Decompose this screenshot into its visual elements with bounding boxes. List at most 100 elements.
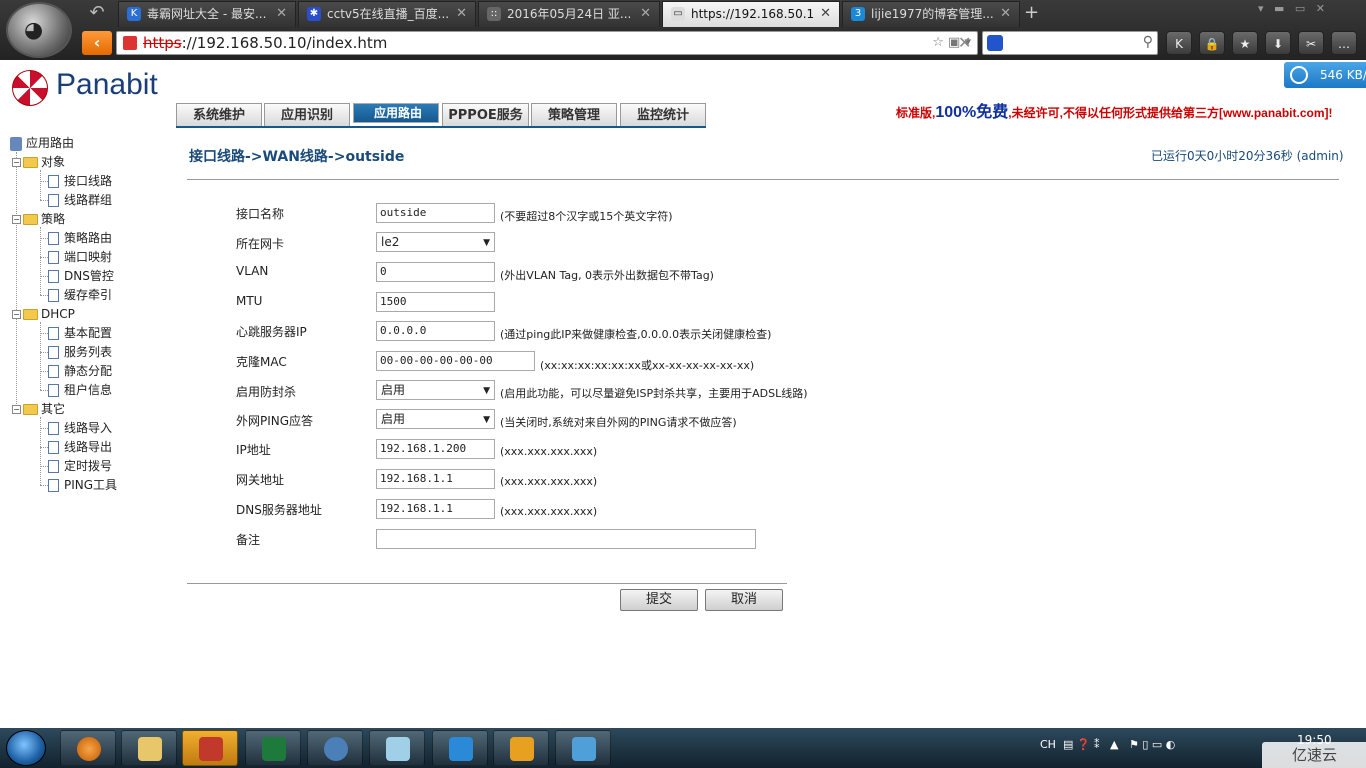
interface-name-label: 接口名称 — [236, 207, 285, 221]
anti-block-select[interactable]: 启用 ▼ — [376, 380, 495, 400]
tab-label: 2016年05月24日 亚... — [507, 7, 632, 21]
taskbar-network-app[interactable] — [307, 730, 363, 766]
folder-icon — [23, 157, 38, 168]
heartbeat-ip-input[interactable]: 0.0.0.0 — [376, 321, 495, 341]
search-input[interactable]: ⚲ — [982, 31, 1158, 55]
scissors-icon[interactable]: ✂ — [1298, 31, 1324, 55]
browser-tab[interactable]: :: 2016年05月24日 亚... ✕ — [478, 1, 660, 27]
search-engine-icon[interactable] — [987, 35, 1003, 51]
dropdown-arrow-icon: ▼ — [483, 238, 490, 248]
taskbar-notes-app[interactable] — [369, 730, 425, 766]
brand-name: Panabit — [56, 68, 158, 101]
stop-icon[interactable]: ✕ — [958, 33, 971, 52]
watermark: 亿速云 — [1262, 742, 1366, 768]
tree-item[interactable]: PING工具 — [48, 476, 117, 494]
tree-item[interactable]: 线路群组 — [48, 191, 112, 209]
taskbar-cloud-app[interactable] — [432, 730, 488, 766]
anti-block-label: 启用防封杀 — [236, 385, 297, 399]
panabit-mark-icon — [12, 70, 48, 106]
note-input[interactable] — [376, 529, 756, 549]
tree-item[interactable]: 租户信息 — [48, 381, 112, 399]
collapse-icon: − — [12, 158, 21, 167]
taskbar-it-app[interactable] — [182, 730, 238, 766]
tree-item[interactable]: 线路导入 — [48, 419, 112, 437]
close-tab-icon[interactable]: ✕ — [1000, 2, 1011, 26]
taskbar-browser[interactable] — [60, 730, 116, 766]
close-tab-icon[interactable]: ✕ — [820, 2, 831, 26]
tree-item[interactable]: 线路导出 — [48, 438, 112, 456]
wan-ping-select[interactable]: 启用 ▼ — [376, 409, 495, 429]
tree-item[interactable]: 定时拨号 — [48, 457, 112, 475]
cloud-icon — [1290, 66, 1308, 84]
vlan-hint: (外出VLAN Tag, 0表示外出数据包不带Tag) — [500, 269, 714, 282]
cancel-button[interactable]: 取消 — [705, 589, 783, 611]
speed-badge[interactable]: 546 KB/ — [1284, 62, 1366, 88]
nic-select[interactable]: le2 ▼ — [376, 232, 495, 252]
browser-tab[interactable]: ✱ cctv5在线直播_百度... ✕ — [298, 1, 476, 27]
taskbar-explorer[interactable] — [121, 730, 177, 766]
tree-item[interactable]: 接口线路 — [48, 172, 112, 190]
page-icon — [48, 251, 59, 264]
heartbeat-ip-label: 心跳服务器IP — [236, 325, 307, 339]
folder-icon — [23, 404, 38, 415]
start-button[interactable] — [6, 730, 46, 766]
tree-group-dhcp[interactable]: − DHCP — [12, 305, 75, 323]
window-controls[interactable]: ▾ ▬ ▭ ✕ — [1258, 2, 1325, 15]
input-language: CH — [1040, 738, 1056, 751]
search-icon[interactable]: ⚲ — [1143, 34, 1153, 50]
submit-button[interactable]: 提交 — [620, 589, 698, 611]
tree-item[interactable]: 策略路由 — [48, 229, 112, 247]
gateway-input[interactable]: 192.168.1.1 — [376, 469, 495, 489]
tree-item[interactable]: 缓存牵引 — [48, 286, 112, 304]
new-tab-icon[interactable]: + — [1024, 2, 1039, 24]
tree-group-other[interactable]: − 其它 — [12, 400, 65, 418]
close-tab-icon[interactable]: ✕ — [456, 2, 467, 26]
tab-monitor[interactable]: 监控统计 — [620, 103, 706, 127]
tree-item[interactable]: DNS管控 — [48, 267, 114, 285]
close-tab-icon[interactable]: ✕ — [640, 2, 651, 26]
browser-tab-active[interactable]: ▭ https://192.168.50.1 ✕ — [662, 1, 840, 27]
page-icon — [48, 232, 59, 245]
tree-item[interactable]: 服务列表 — [48, 343, 112, 361]
tab-label: 毒霸网址大全 - 最安... — [147, 7, 267, 21]
taskbar-excel[interactable] — [245, 730, 301, 766]
menu-icon[interactable]: … — [1331, 31, 1357, 55]
tree-item[interactable]: 基本配置 — [48, 324, 112, 342]
browser-logo-icon[interactable]: ◕ — [6, 2, 72, 58]
gateway-hint: (xxx.xxx.xxx.xxx) — [500, 475, 598, 488]
tab-policy[interactable]: 策略管理 — [531, 103, 617, 127]
download-icon[interactable]: ⬇ — [1265, 31, 1291, 55]
tree-item[interactable]: 静态分配 — [48, 362, 112, 380]
taskbar-image-app[interactable] — [555, 730, 611, 766]
clone-mac-input[interactable]: 00-00-00-00-00-00 — [376, 351, 535, 371]
favorites-icon[interactable]: ★ — [1232, 31, 1258, 55]
browser-tab[interactable]: 3 lijie1977的博客管理... ✕ — [842, 1, 1020, 27]
tab-app-identify[interactable]: 应用识别 — [264, 103, 350, 127]
vlan-label: VLAN — [236, 264, 269, 278]
mtu-input[interactable]: 1500 — [376, 292, 495, 312]
tree-root[interactable]: 应用路由 — [10, 134, 74, 152]
tree-item[interactable]: 端口映射 — [48, 248, 112, 266]
back-button[interactable]: ‹ — [82, 31, 112, 55]
tab-pppoe[interactable]: PPPOE服务 — [442, 103, 529, 127]
tab-app-routing[interactable]: 应用路由 — [353, 103, 439, 123]
interface-name-input[interactable]: outside — [376, 203, 495, 223]
dns-input[interactable]: 192.168.1.1 — [376, 499, 495, 519]
wan-ping-label: 外网PING应答 — [236, 414, 314, 428]
tree-group-policy[interactable]: − 策略 — [12, 210, 65, 228]
taskbar-vm-app[interactable] — [493, 730, 549, 766]
lock-icon[interactable]: 🔒 — [1199, 31, 1225, 55]
tree-group-objects[interactable]: − 对象 — [12, 153, 65, 171]
browser-tab[interactable]: K 毒霸网址大全 - 最安... ✕ — [118, 1, 296, 27]
folder-icon — [23, 214, 38, 225]
close-tab-icon[interactable]: ✕ — [276, 2, 287, 26]
tab-system-maintenance[interactable]: 系统维护 — [176, 103, 262, 127]
ip-input[interactable]: 192.168.1.200 — [376, 439, 495, 459]
vlan-input[interactable]: 0 — [376, 262, 495, 282]
toolbar-k-icon[interactable]: K — [1166, 31, 1192, 55]
back-icon[interactable]: ↶ — [86, 2, 108, 24]
system-tray[interactable]: CH ▤ ❓ ⁑ ▲ ⚑ ▯ ▭ ◐ — [1040, 738, 1175, 751]
clone-mac-hint: (xx:xx:xx:xx:xx:xx或xx-xx-xx-xx-xx-xx) — [540, 359, 755, 372]
address-bar[interactable]: https://192.168.50.10/index.htm ☆ ▣ ▾ — [116, 31, 978, 55]
mtu-label: MTU — [236, 294, 263, 308]
